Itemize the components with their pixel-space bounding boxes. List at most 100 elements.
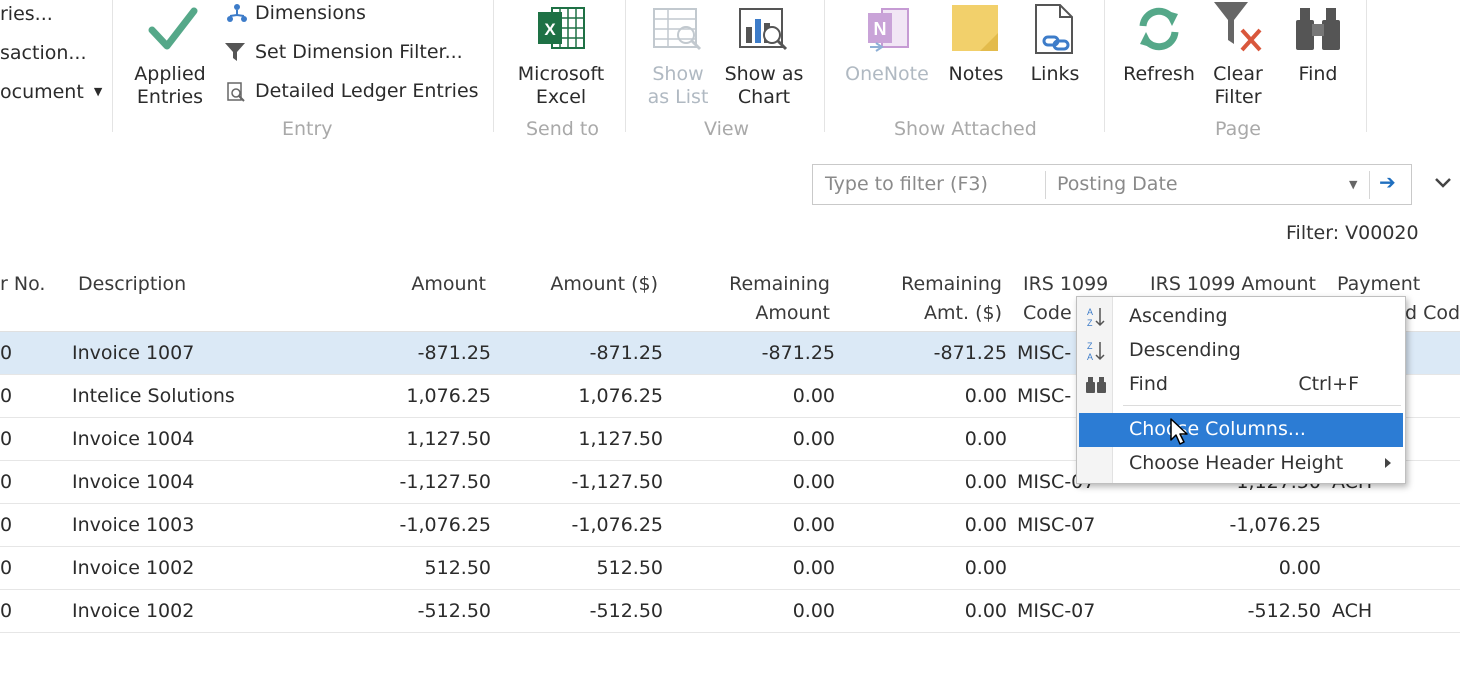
show-as-chart-label-2: Chart [737, 86, 791, 108]
chevron-down-icon: ▼ [93, 85, 103, 98]
cell-remaining-amount: 0.00 [792, 557, 835, 579]
find-label: Find [1298, 63, 1338, 85]
filter-bar: Type to filter (F3) Posting Date ▼ ➔ [812, 164, 1412, 205]
refresh-label: Refresh [1123, 63, 1195, 85]
onenote-button[interactable]: N OneNote [838, 0, 936, 112]
menu-item-label: Descending [1129, 339, 1241, 361]
cell-description: Invoice 1007 [72, 342, 195, 364]
group-label-entry: Entry [282, 118, 333, 140]
cell-irs-amount: 0.00 [1278, 557, 1321, 579]
dimensions-icon [227, 4, 247, 22]
excel-label-2: Excel [535, 86, 587, 108]
clear-filter-button[interactable]: Clear Filter [1202, 0, 1274, 112]
cell-description: Invoice 1003 [72, 514, 195, 536]
menu-item-label: Find [1129, 373, 1168, 395]
menu-item-label: Choose Columns... [1129, 418, 1306, 440]
excel-icon: X [538, 7, 585, 49]
cell-no: 0 [0, 600, 13, 622]
cell-amount: -1,076.25 [399, 514, 491, 536]
cell-amount: -512.50 [417, 600, 491, 622]
filter-text-input[interactable]: Type to filter (F3) [825, 173, 988, 195]
menu-item-choose-columns[interactable]: Choose Columns... [1079, 413, 1403, 447]
cell-payment-method: ACH [1332, 600, 1373, 622]
microsoft-excel-button[interactable]: X Microsoft Excel [506, 0, 616, 112]
onenote-label: OneNote [845, 63, 929, 85]
cell-description: Invoice 1004 [72, 471, 195, 493]
notes-icon [952, 5, 998, 51]
cell-amount: -871.25 [417, 342, 491, 364]
menu-item-find[interactable]: Find Ctrl+F [1077, 368, 1405, 402]
ribbon-item-entries[interactable]: ries... [0, 3, 53, 25]
clear-filter-label-2: Filter [1214, 86, 1262, 108]
group-label-send-to: Send to [526, 118, 599, 140]
header-no[interactable]: r No. [0, 270, 45, 299]
ribbon: ries... saction... ocument ▼ Applied Ent… [0, 0, 1460, 148]
links-button[interactable]: Links [1016, 0, 1094, 112]
show-as-chart-button[interactable]: Show as Chart [718, 0, 810, 112]
cell-amount-usd: 512.50 [596, 557, 663, 579]
refresh-icon [1139, 7, 1179, 51]
cell-remaining-amt-usd: 0.00 [964, 600, 1007, 622]
cell-description: Invoice 1002 [72, 600, 195, 622]
detailed-ledger-entries-button[interactable]: Detailed Ledger Entries [224, 80, 484, 106]
header-irs-amount[interactable]: IRS 1099 Amount [1140, 270, 1316, 299]
sort-ascending-icon: A Z [1087, 307, 1105, 328]
applied-entries-label-1: Applied [134, 63, 206, 85]
cell-amount: 1,076.25 [406, 385, 491, 407]
cell-remaining-amount: 0.00 [792, 600, 835, 622]
cell-irs-code: MISC-07 [1017, 514, 1096, 536]
cell-no: 0 [0, 428, 13, 450]
header-description[interactable]: Description [78, 270, 186, 299]
svg-text:Z: Z [1087, 341, 1093, 351]
cell-amount: -1,127.50 [399, 471, 491, 493]
set-dimension-filter-button[interactable]: Set Dimension Filter... [224, 41, 484, 67]
header-remaining-amount-line1: Remaining [729, 273, 830, 295]
group-label-page: Page [1215, 118, 1261, 140]
header-amount[interactable]: Amount [330, 270, 486, 299]
menu-item-ascending[interactable]: A Z Ascending [1077, 300, 1405, 334]
menu-item-descending[interactable]: Z A Descending [1077, 334, 1405, 368]
table-row[interactable]: 0 Invoice 1003 -1,076.25 -1,076.25 0.00 0.00 M… [0, 504, 1460, 547]
applied-entries-label-2: Entries [136, 86, 204, 108]
cell-irs-amount: -1,076.25 [1229, 514, 1321, 536]
header-amount-usd[interactable]: Amount ($) [500, 270, 658, 299]
collapse-chevron-icon[interactable] [1434, 174, 1452, 193]
cell-remaining-amt-usd: 0.00 [964, 428, 1007, 450]
ribbon-item-document-label: ocument [0, 81, 84, 103]
svg-text:X: X [544, 20, 556, 39]
header-irs-code-line2: Code [1023, 302, 1072, 324]
cell-no: 0 [0, 557, 13, 579]
table-row[interactable]: 0 Invoice 1002 -512.50 -512.50 0.00 0.00 MISC-… [0, 590, 1460, 633]
group-separator [625, 0, 626, 132]
cell-irs-code: MISC-07 [1017, 600, 1096, 622]
cell-remaining-amount: 0.00 [792, 471, 835, 493]
ribbon-item-transaction[interactable]: saction... [0, 42, 87, 64]
cell-irs-amount: -512.50 [1247, 600, 1321, 622]
chevron-down-icon[interactable]: ▼ [1349, 178, 1357, 191]
set-dimension-filter-label: Set Dimension Filter... [255, 41, 463, 63]
dimensions-button[interactable]: Dimensions [224, 2, 484, 28]
group-label-view: View [704, 118, 750, 140]
ribbon-item-document[interactable]: ocument ▼ [0, 81, 102, 106]
group-separator [112, 0, 113, 132]
cell-no: 0 [0, 342, 13, 364]
filter-field-select[interactable]: Posting Date [1057, 173, 1178, 195]
cell-amount-usd: -871.25 [589, 342, 663, 364]
table-row[interactable]: 0 Invoice 1002 512.50 512.50 0.00 0.00 0.00 [0, 547, 1460, 590]
cell-remaining-amount: -871.25 [761, 342, 835, 364]
cell-description: Invoice 1004 [72, 428, 195, 450]
find-button[interactable]: Find [1280, 0, 1356, 112]
detailed-ledger-entries-label: Detailed Ledger Entries [255, 80, 479, 102]
applied-entries-button[interactable]: Applied Entries [120, 0, 220, 112]
mouse-pointer-icon [1170, 418, 1188, 445]
show-as-list-button[interactable]: Show as List [638, 0, 718, 112]
svg-text:Z: Z [1087, 318, 1093, 328]
menu-item-choose-header-height[interactable]: Choose Header Height [1077, 447, 1405, 481]
header-remaining-amt-usd-line2: Amt. ($) [924, 302, 1002, 324]
refresh-button[interactable]: Refresh [1116, 0, 1202, 112]
apply-filter-arrow-icon[interactable]: ➔ [1379, 170, 1396, 194]
cell-description: Intelice Solutions [72, 385, 235, 407]
cell-remaining-amount: 0.00 [792, 385, 835, 407]
notes-button[interactable]: Notes [936, 0, 1016, 112]
header-remaining-amt-usd-line1: Remaining [901, 273, 1002, 295]
